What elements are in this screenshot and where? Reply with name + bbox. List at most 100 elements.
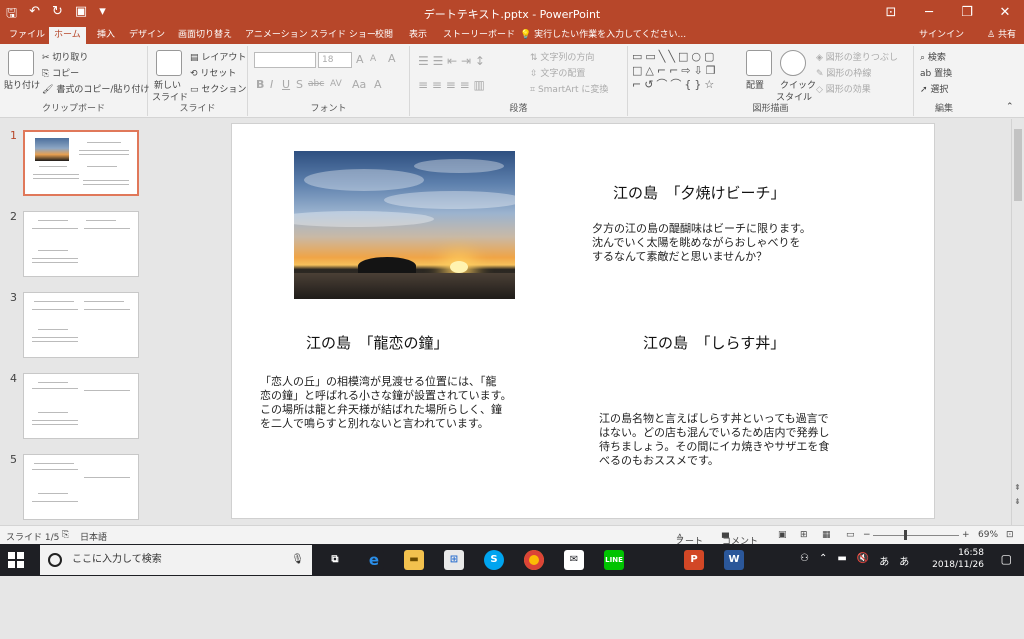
zoom-level[interactable]: 69%: [978, 530, 998, 540]
paste-icon[interactable]: [8, 50, 34, 76]
align-text-button[interactable]: ⇳ 文字の配置: [530, 66, 585, 79]
tab-home[interactable]: ホーム: [49, 27, 86, 44]
slideshow-icon[interactable]: ▭: [846, 530, 855, 540]
copy-button[interactable]: ⎘ コピー: [42, 66, 79, 79]
language-indicator[interactable]: 日本語: [80, 530, 107, 543]
format-painter-button[interactable]: 🖌 書式のコピー/貼り付け: [42, 82, 149, 95]
windows-start-icon[interactable]: [8, 552, 24, 568]
tab-storyboard[interactable]: ストーリーボード: [438, 27, 520, 44]
heading-ryuren-bell[interactable]: 江の島 「龍恋の鐘」: [306, 332, 449, 353]
slide-thumbnail-1[interactable]: [23, 130, 139, 196]
shape-fill-button[interactable]: ◈ 図形の塗りつぶし: [816, 50, 898, 63]
italic-button[interactable]: I: [270, 78, 273, 91]
font-size-combo[interactable]: 18: [318, 52, 352, 68]
next-slide-icon[interactable]: ⇟: [1014, 497, 1021, 506]
cut-button[interactable]: ✂ 切り取り: [42, 50, 88, 63]
shapes-gallery[interactable]: ▭▭╲╲□○▢ □△⌐⌐⇨⇩❒ ⌐↺⌒⌒{}☆: [632, 50, 740, 94]
thumbnail-scrollbar[interactable]: [141, 244, 147, 639]
tab-review[interactable]: 校閲: [370, 27, 398, 44]
text-direction-button[interactable]: ⇅ 文字列の方向: [530, 50, 594, 63]
tab-file[interactable]: ファイル: [4, 27, 50, 44]
normal-view-icon[interactable]: ▣: [778, 530, 787, 540]
zoom-slider[interactable]: [873, 535, 959, 536]
paste-button[interactable]: 貼り付け: [4, 78, 40, 91]
slide-thumbnail-5[interactable]: [23, 454, 139, 520]
align-icons[interactable]: ≡ ≡ ≡ ≡ ▥: [418, 78, 485, 92]
zoom-in-icon[interactable]: +: [962, 530, 970, 540]
slide-thumbnail-2[interactable]: [23, 211, 139, 277]
tab-animations[interactable]: アニメーション: [240, 27, 313, 44]
underline-button[interactable]: U: [282, 78, 290, 91]
reset-button[interactable]: ⟲ リセット: [190, 66, 236, 79]
shape-effects-button[interactable]: ◇ 図形の効果: [816, 82, 871, 95]
shadow-button[interactable]: S: [296, 78, 303, 91]
char-spacing-button[interactable]: AV: [330, 79, 342, 89]
smartart-button[interactable]: ⌗ SmartArt に変換: [530, 82, 608, 95]
shape-outline-button[interactable]: ✎ 図形の枠線: [816, 66, 871, 79]
strikethrough-button[interactable]: abc: [308, 79, 324, 89]
taskbar-clock[interactable]: 16:58 2018/11/26: [932, 547, 984, 571]
layout-button[interactable]: ▤ レイアウト: [190, 50, 246, 63]
font-name-combo[interactable]: [254, 52, 316, 68]
slide-vertical-scrollbar[interactable]: ⇞ ⇟: [1011, 119, 1024, 525]
skype-icon[interactable]: S: [484, 550, 504, 570]
line-icon[interactable]: LINE: [604, 550, 624, 570]
microphone-icon[interactable]: 🎙: [291, 545, 304, 575]
close-icon[interactable]: ✕: [986, 0, 1024, 27]
zoom-slider-thumb[interactable]: [904, 530, 907, 540]
edge-icon[interactable]: e: [364, 550, 384, 570]
arrange-button[interactable]: 配置: [746, 78, 764, 91]
body-shirasu-don[interactable]: 江の島名物と言えばしらす丼といっても過言で はない。どの店も混んでいるため店内で発…: [599, 412, 829, 468]
grow-font-button[interactable]: A: [356, 53, 364, 66]
people-icon[interactable]: ⚇: [800, 553, 809, 568]
arrange-icon[interactable]: [746, 50, 772, 76]
tab-transitions[interactable]: 画面切り替え: [173, 27, 237, 44]
notification-center-icon[interactable]: ▢: [1001, 552, 1012, 566]
change-case-button[interactable]: Aa: [352, 78, 366, 91]
tab-view[interactable]: 表示: [404, 27, 432, 44]
sunset-beach-photo[interactable]: [294, 151, 515, 299]
tab-design[interactable]: デザイン: [124, 27, 170, 44]
store-icon[interactable]: ⊞: [444, 550, 464, 570]
explorer-icon[interactable]: ▬: [404, 550, 424, 570]
clear-format-icon[interactable]: A: [388, 52, 396, 65]
tell-me-box[interactable]: 💡 実行したい作業を入力してください...: [520, 27, 686, 44]
battery-icon[interactable]: ▬: [837, 553, 846, 568]
slide-thumbnail-3[interactable]: [23, 292, 139, 358]
quick-styles-icon[interactable]: [780, 50, 806, 76]
share-button[interactable]: ♙ 共有: [987, 27, 1016, 44]
bold-button[interactable]: B: [256, 78, 264, 91]
slide-sorter-icon[interactable]: ⊞: [800, 530, 808, 540]
minimize-icon[interactable]: ─: [910, 0, 948, 27]
task-view-icon[interactable]: ⧉: [325, 550, 345, 570]
show-hidden-icons[interactable]: ⌃: [819, 553, 827, 568]
reading-view-icon[interactable]: ▦: [822, 530, 831, 540]
tab-insert[interactable]: 挿入: [92, 27, 120, 44]
chrome-icon[interactable]: [524, 550, 544, 570]
font-color-button[interactable]: A: [374, 78, 382, 91]
collapse-ribbon-icon[interactable]: ⌃: [1006, 102, 1014, 112]
mail-icon[interactable]: ✉: [564, 550, 584, 570]
current-slide[interactable]: 江の島 「夕焼けビーチ」 夕方の江の島の醍醐味はビーチに限ります。 沈んでいく太陽…: [231, 123, 935, 519]
taskbar-search-input[interactable]: ここに入力して検索 🎙: [40, 545, 312, 575]
ribbon-display-icon[interactable]: ⊡: [872, 0, 910, 27]
signin-link[interactable]: サインイン: [919, 27, 964, 44]
zoom-out-icon[interactable]: −: [863, 530, 871, 540]
heading-shirasu-don[interactable]: 江の島 「しらす丼」: [643, 332, 785, 353]
new-slide-icon[interactable]: [156, 50, 182, 76]
volume-icon[interactable]: 🔇: [857, 553, 869, 568]
ime-mode-icon[interactable]: あ: [879, 553, 889, 568]
slide-thumbnail-4[interactable]: [23, 373, 139, 439]
section-button[interactable]: ▭ セクション: [190, 82, 246, 95]
select-button[interactable]: ➚ 選択: [920, 82, 948, 95]
body-ryuren-bell[interactable]: 「恋人の丘」の相模湾が見渡せる位置には、「龍 恋の鐘」と呼ばれる小さな鐘が設置され…: [260, 375, 512, 431]
find-button[interactable]: ⌕ 検索: [920, 50, 946, 63]
bullets-icon[interactable]: ☰ ☰ ⇤ ⇥ ↕: [418, 54, 485, 68]
previous-slide-icon[interactable]: ⇞: [1014, 483, 1021, 492]
spellcheck-icon[interactable]: ⎘: [62, 530, 69, 540]
word-icon[interactable]: W: [724, 550, 744, 570]
heading-sunset-beach[interactable]: 江の島 「夕焼けビーチ」: [613, 182, 786, 203]
powerpoint-icon[interactable]: P: [684, 550, 704, 570]
fit-slide-icon[interactable]: ⊡: [1006, 530, 1014, 540]
body-sunset-beach[interactable]: 夕方の江の島の醍醐味はビーチに限ります。 沈んでいく太陽を眺めながらおしゃべりをす…: [592, 222, 811, 264]
